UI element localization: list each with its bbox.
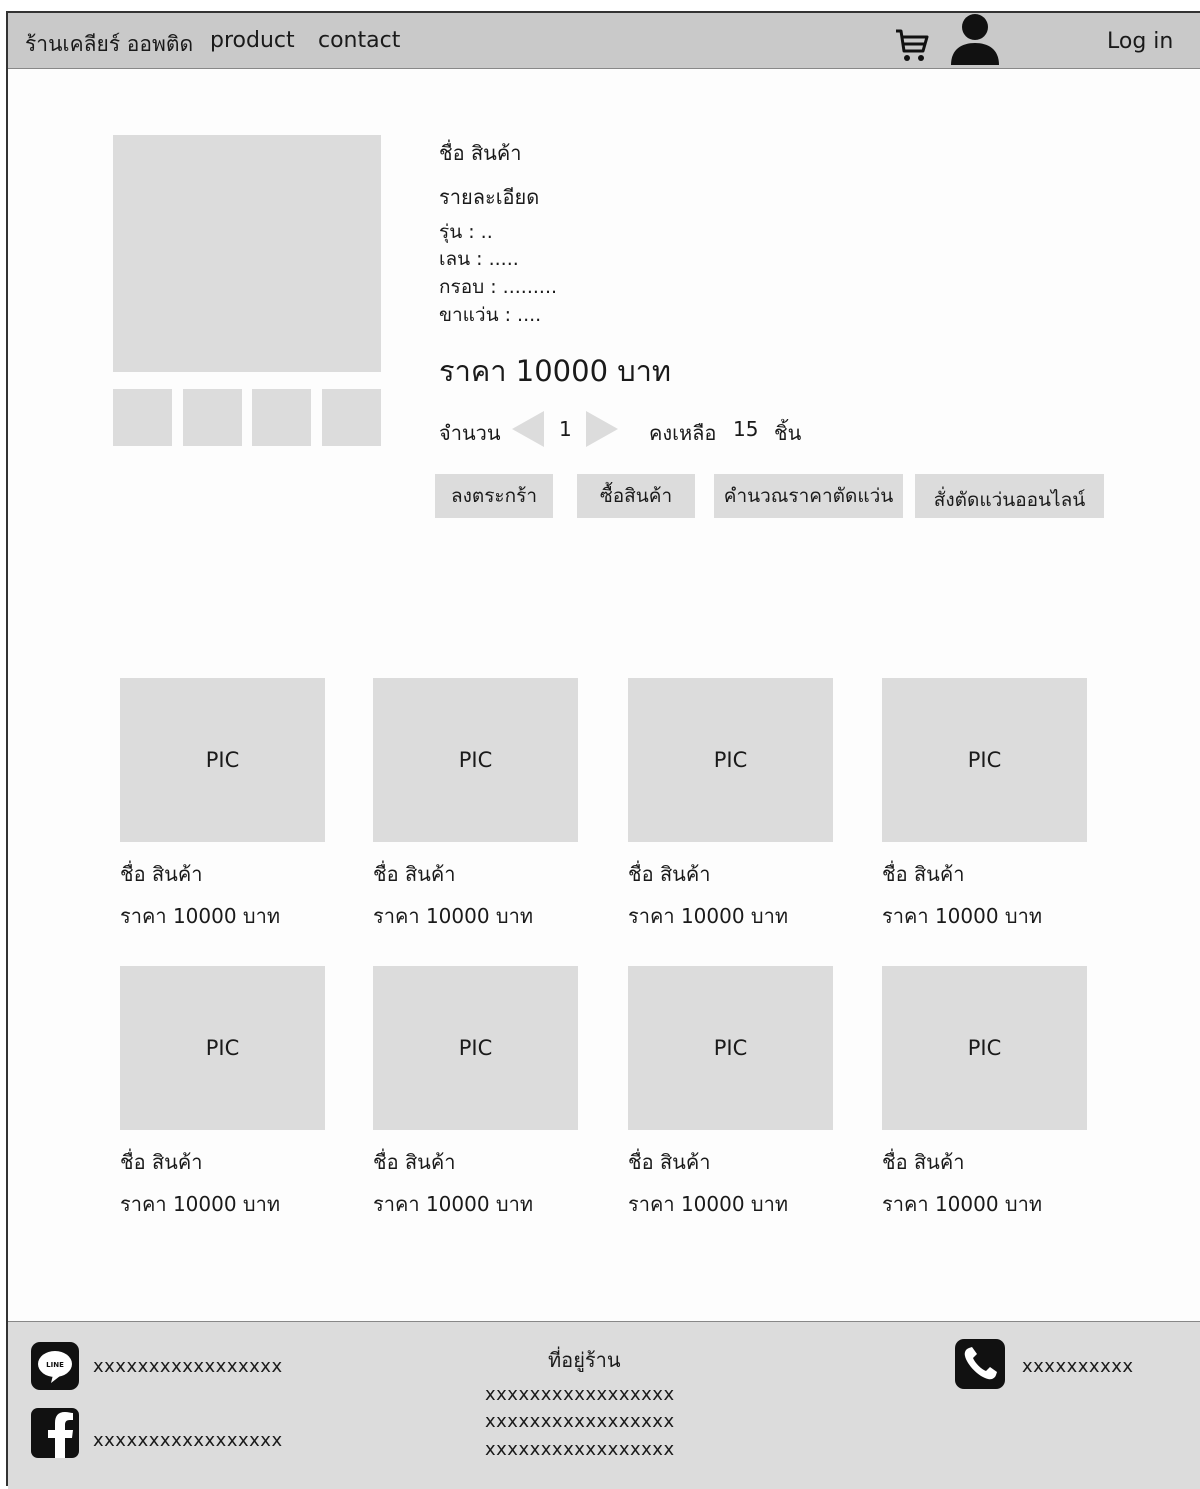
user-icon[interactable] <box>948 13 1002 65</box>
product-card-price: ราคา 10000 บาท <box>882 1192 1043 1216</box>
facebook-contact-text: xxxxxxxxxxxxxxxxx <box>93 1430 283 1451</box>
phone-contact-text: xxxxxxxxxx <box>1022 1356 1134 1377</box>
stock-label: คงเหลือ <box>649 421 717 445</box>
product-card-name: ชื่อ สินค้า <box>882 862 965 886</box>
product-card-price: ราคา 10000 บาท <box>373 1192 534 1216</box>
buy-button[interactable]: ซื้อสินค้า <box>577 474 695 518</box>
quantity-label: จำนวน <box>439 421 501 445</box>
svg-text:LINE: LINE <box>46 1361 64 1369</box>
product-card[interactable]: PIC ชื่อ สินค้า ราคา 10000 บาท <box>120 966 340 1226</box>
line-contact-text: xxxxxxxxxxxxxxxxx <box>93 1356 283 1377</box>
product-description-title: รายละเอียด <box>439 185 540 209</box>
spec-frame: กรอบ : ......... <box>439 276 558 298</box>
product-thumbnail[interactable] <box>113 389 172 446</box>
product-card-image: PIC <box>882 966 1087 1130</box>
address-line: xxxxxxxxxxxxxxxxx <box>485 1384 675 1405</box>
cart-icon[interactable] <box>894 27 930 63</box>
product-card[interactable]: PIC ชื่อ สินค้า ราคา 10000 บาท <box>628 966 848 1226</box>
product-card-price: ราคา 10000 บาท <box>120 1192 281 1216</box>
product-card-price: ราคา 10000 บาท <box>120 904 281 928</box>
spec-lens: เลน : ..... <box>439 248 519 270</box>
phone-icon[interactable] <box>955 1339 1005 1389</box>
calc-lens-price-button[interactable]: คำนวณราคาตัดแว่น <box>714 474 903 518</box>
product-card-name: ชื่อ สินค้า <box>373 1150 456 1174</box>
header-bar: ร้านเคลียร์ ออพติด product contact Log i… <box>8 13 1200 69</box>
order-online-button[interactable]: สั่งตัดแว่นออนไลน์ <box>915 474 1104 518</box>
product-card-image: PIC <box>120 966 325 1130</box>
product-card-price: ราคา 10000 บาท <box>373 904 534 928</box>
product-card-image: PIC <box>628 678 833 842</box>
page-frame: ร้านเคลียร์ ออพติด product contact Log i… <box>6 11 1200 1489</box>
line-icon[interactable]: LINE <box>31 1342 79 1390</box>
product-card-image: PIC <box>373 678 578 842</box>
stock-value: 15 <box>733 417 759 441</box>
address-line: xxxxxxxxxxxxxxxxx <box>485 1439 675 1460</box>
quantity-increase-button[interactable] <box>586 411 618 447</box>
product-card[interactable]: PIC ชื่อ สินค้า ราคา 10000 บาท <box>373 678 593 938</box>
product-price: ราคา 10000 บาท <box>439 354 672 388</box>
product-thumbnail[interactable] <box>252 389 311 446</box>
product-card-name: ชื่อ สินค้า <box>120 1150 203 1174</box>
product-name: ชื่อ สินค้า <box>439 141 522 165</box>
product-thumbnail[interactable] <box>183 389 242 446</box>
stock-unit: ชิ้น <box>774 421 802 445</box>
product-card[interactable]: PIC ชื่อ สินค้า ราคา 10000 บาท <box>373 966 593 1226</box>
product-card[interactable]: PIC ชื่อ สินค้า ราคา 10000 บาท <box>882 678 1102 938</box>
product-card-image: PIC <box>882 678 1087 842</box>
product-main-image <box>113 135 381 372</box>
product-card[interactable]: PIC ชื่อ สินค้า ราคา 10000 บาท <box>628 678 848 938</box>
product-card-name: ชื่อ สินค้า <box>882 1150 965 1174</box>
product-card[interactable]: PIC ชื่อ สินค้า ราคา 10000 บาท <box>120 678 340 938</box>
product-card-image: PIC <box>628 966 833 1130</box>
brand-name[interactable]: ร้านเคลียร์ ออพติด <box>25 28 193 61</box>
product-card-name: ชื่อ สินค้า <box>628 862 711 886</box>
product-card-name: ชื่อ สินค้า <box>120 862 203 886</box>
spec-model: รุ่น : .. <box>439 221 493 243</box>
spec-legs: ขาแว่น : .... <box>439 304 542 326</box>
quantity-value: 1 <box>559 417 572 441</box>
product-card-image: PIC <box>120 678 325 842</box>
product-card-price: ราคา 10000 บาท <box>628 1192 789 1216</box>
login-link[interactable]: Log in <box>1107 29 1173 54</box>
nav-contact-link[interactable]: contact <box>318 28 400 53</box>
address-title: ที่อยู่ร้าน <box>548 1348 621 1372</box>
nav-product-link[interactable]: product <box>210 28 295 53</box>
product-card-price: ราคา 10000 บาท <box>628 904 789 928</box>
product-thumbnail[interactable] <box>322 389 381 446</box>
product-card-name: ชื่อ สินค้า <box>628 1150 711 1174</box>
quantity-decrease-button[interactable] <box>512 411 544 447</box>
footer: LINE xxxxxxxxxxxxxxxxx xxxxxxxxxxxxxxxxx… <box>8 1321 1200 1489</box>
facebook-icon[interactable] <box>31 1408 79 1458</box>
product-card[interactable]: PIC ชื่อ สินค้า ราคา 10000 บาท <box>882 966 1102 1226</box>
product-card-image: PIC <box>373 966 578 1130</box>
product-card-name: ชื่อ สินค้า <box>373 862 456 886</box>
address-line: xxxxxxxxxxxxxxxxx <box>485 1411 675 1432</box>
product-card-price: ราคา 10000 บาท <box>882 904 1043 928</box>
add-to-cart-button[interactable]: ลงตระกร้า <box>435 474 553 518</box>
